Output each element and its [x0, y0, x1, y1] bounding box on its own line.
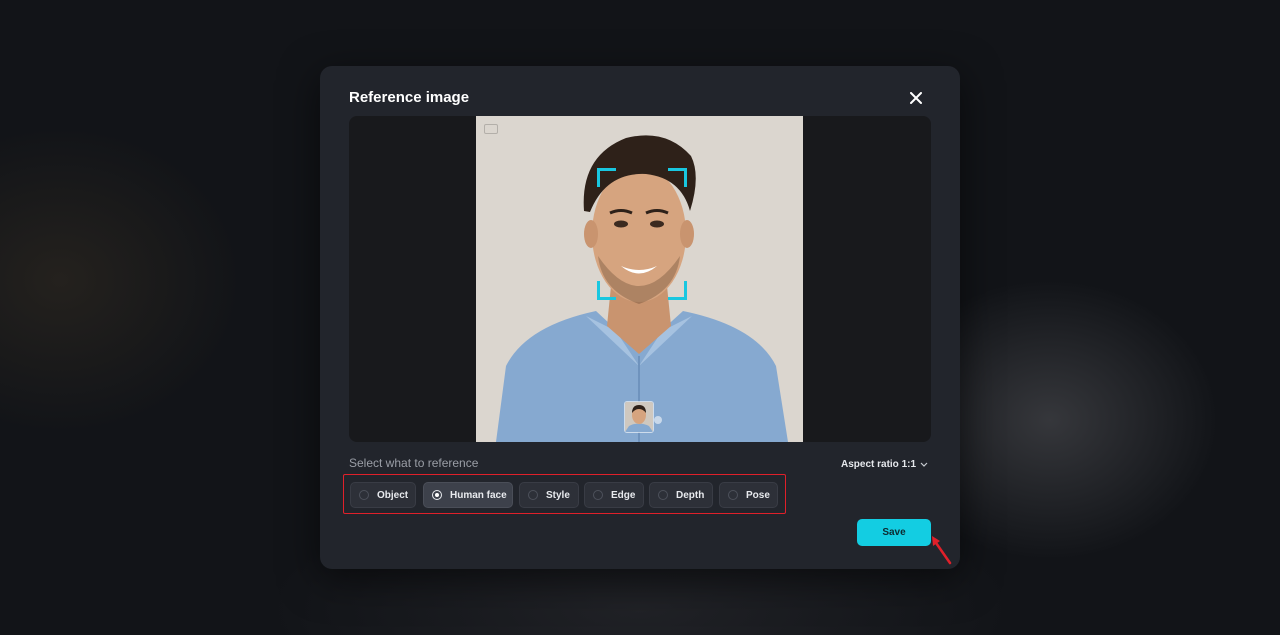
- chevron-down-icon: [920, 462, 928, 467]
- option-label: Depth: [676, 489, 705, 501]
- radio-icon: [528, 490, 538, 500]
- option-human-face[interactable]: Human face: [423, 482, 513, 508]
- face-thumbnail[interactable]: [624, 401, 654, 433]
- dialog-title: Reference image: [349, 89, 470, 106]
- watermark-mark: [484, 124, 498, 134]
- remove-thumbnail-icon[interactable]: [654, 416, 662, 424]
- save-button[interactable]: Save: [857, 519, 931, 546]
- radio-icon: [593, 490, 603, 500]
- option-depth[interactable]: Depth: [649, 482, 713, 508]
- aspect-ratio-dropdown[interactable]: Aspect ratio 1:1: [841, 459, 928, 470]
- option-label: Edge: [611, 489, 636, 501]
- option-object[interactable]: Object: [350, 482, 416, 508]
- radio-icon: [658, 490, 668, 500]
- face-detection-frame: [597, 168, 687, 300]
- option-label: Object: [377, 489, 409, 501]
- image-preview: [349, 116, 931, 442]
- arrow-annotation-icon: [932, 536, 952, 565]
- close-icon: [910, 92, 922, 104]
- aspect-ratio-label: Aspect ratio 1:1: [841, 459, 917, 470]
- option-pose[interactable]: Pose: [719, 482, 778, 508]
- option-label: Style: [546, 489, 570, 501]
- option-style[interactable]: Style: [519, 482, 579, 508]
- radio-icon: [359, 490, 369, 500]
- option-edge[interactable]: Edge: [584, 482, 644, 508]
- radio-checked-icon: [432, 490, 442, 500]
- reference-section-label: Select what to reference: [349, 456, 479, 470]
- close-button[interactable]: [905, 87, 927, 109]
- option-label: Pose: [746, 489, 770, 501]
- reference-photo: [476, 116, 803, 442]
- option-label: Human face: [450, 489, 507, 501]
- radio-icon: [728, 490, 738, 500]
- reference-type-group: Object Human face Style Edge Depth Pose: [343, 474, 786, 514]
- reference-image-dialog: Reference image Select what to reference…: [320, 66, 960, 569]
